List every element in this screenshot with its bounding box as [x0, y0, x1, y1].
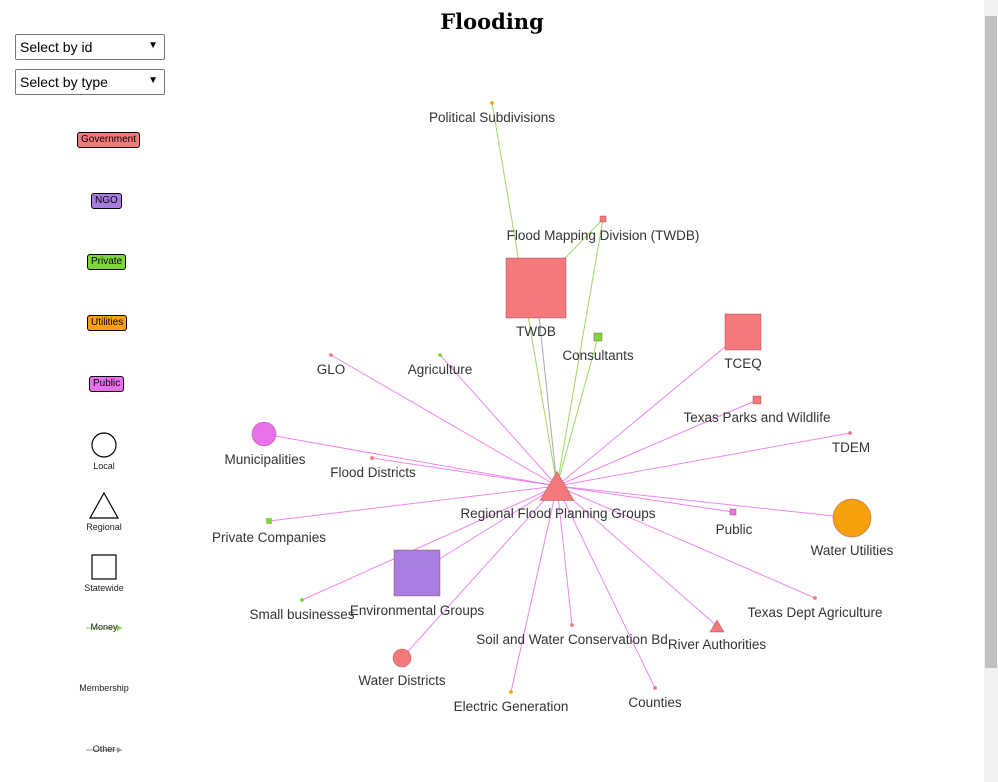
node-water-utilities[interactable] — [832, 498, 872, 538]
node-label-environmental-groups: Environmental Groups — [350, 603, 485, 618]
node-tceq[interactable] — [724, 313, 762, 351]
node-twdb[interactable] — [505, 257, 567, 319]
node-consultants[interactable] — [593, 332, 603, 342]
node-label-small-businesses: Small businesses — [249, 607, 354, 622]
node-public[interactable] — [729, 508, 737, 516]
node-flood-mapping-division-twdb[interactable] — [599, 215, 607, 223]
node-private-companies[interactable] — [266, 518, 272, 524]
node-label-tdem: TDEM — [832, 440, 870, 455]
node-label-electric-generation: Electric Generation — [454, 699, 569, 714]
node-flood-districts[interactable] — [370, 456, 374, 460]
node-label-glo: GLO — [317, 362, 346, 377]
node-small-businesses[interactable] — [300, 598, 304, 602]
labels-layer: Regional Flood Planning Groups Political … — [212, 110, 894, 714]
node-label-soil-and-water-conservation-bd: Soil and Water Conservation Bd — [476, 632, 668, 647]
node-soil-and-water-conservation-bd[interactable] — [570, 623, 574, 627]
node-label-texas-parks-and-wildlife: Texas Parks and Wildlife — [683, 410, 830, 425]
node-label-tceq: TCEQ — [724, 356, 762, 371]
node-label-municipalities: Municipalities — [224, 452, 305, 467]
node-label-flood-districts: Flood Districts — [330, 465, 416, 480]
node-label-consultants: Consultants — [562, 348, 634, 363]
link-tdem-to-regional-flood-planning-groups — [556, 432, 851, 487]
node-label-river-authorities: River Authorities — [668, 637, 767, 652]
node-electric-generation[interactable] — [509, 690, 513, 694]
node-label-regional-flood-planning-groups: Regional Flood Planning Groups — [460, 506, 655, 521]
node-environmental-groups[interactable] — [393, 549, 441, 597]
node-texas-parks-and-wildlife[interactable] — [752, 395, 762, 405]
node-label-counties: Counties — [628, 695, 682, 710]
node-label-public: Public — [716, 522, 753, 537]
link-texas-dept-agriculture-to-regional-flood-planning-groups — [556, 485, 816, 599]
node-agriculture[interactable] — [438, 353, 442, 357]
node-label-texas-dept-agriculture: Texas Dept Agriculture — [747, 605, 882, 620]
node-label-political-subdivisions: Political Subdivisions — [429, 110, 555, 125]
node-label-water-districts: Water Districts — [358, 673, 445, 688]
node-water-districts[interactable] — [392, 648, 412, 668]
node-counties[interactable] — [653, 686, 657, 690]
node-label-water-utilities: Water Utilities — [811, 543, 894, 558]
node-texas-dept-agriculture[interactable] — [813, 596, 817, 600]
scrollbar-thumb[interactable] — [985, 16, 997, 668]
node-tdem[interactable] — [848, 431, 852, 435]
network-graph[interactable]: Regional Flood Planning Groups Political … — [0, 0, 984, 782]
node-label-private-companies: Private Companies — [212, 530, 326, 545]
node-label-agriculture: Agriculture — [408, 362, 473, 377]
node-glo[interactable] — [329, 353, 333, 357]
node-political-subdivisions[interactable] — [490, 101, 494, 105]
node-label-flood-mapping-division-twdb: Flood Mapping Division (TWDB) — [507, 228, 700, 243]
node-label-twdb: TWDB — [516, 324, 556, 339]
node-municipalities[interactable] — [251, 421, 277, 447]
